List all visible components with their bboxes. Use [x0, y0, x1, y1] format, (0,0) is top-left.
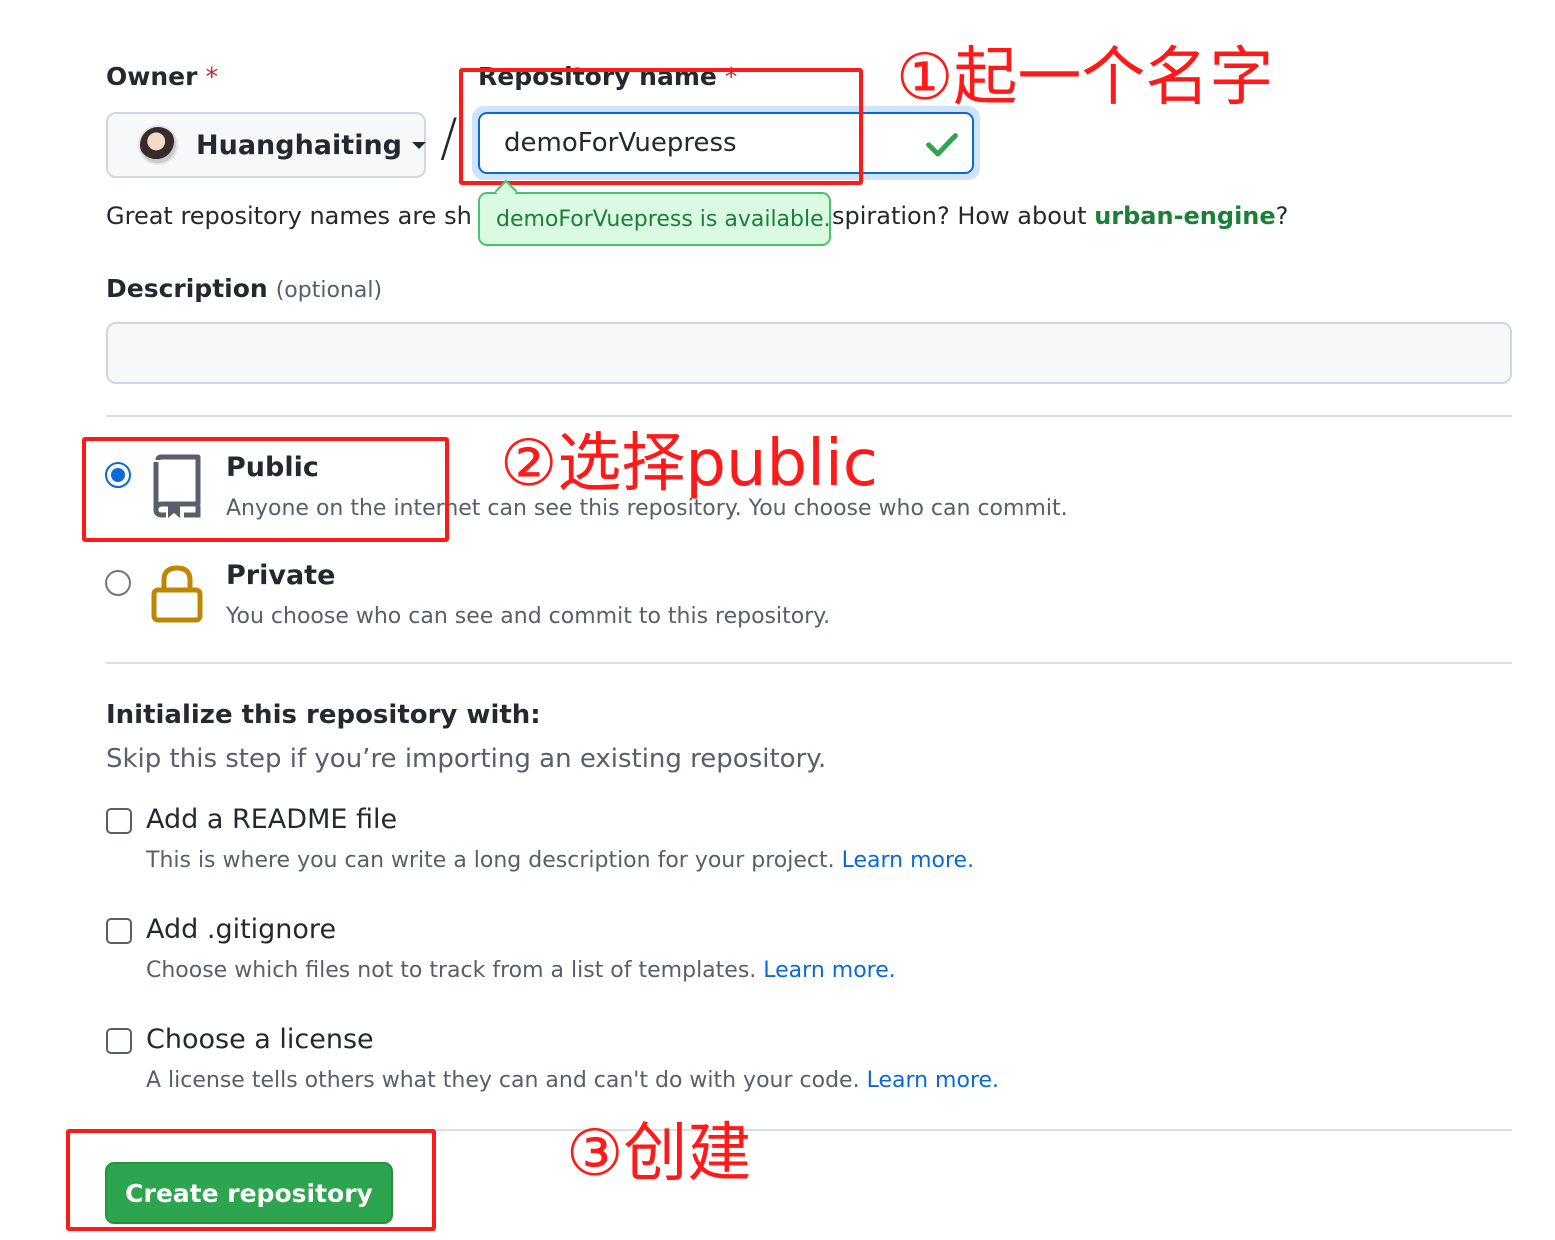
- description-label: Description (optional): [106, 274, 382, 303]
- license-checkbox[interactable]: [106, 1028, 132, 1054]
- owner-label: Owner *: [106, 62, 218, 91]
- license-desc-text: A license tells others what they can and…: [146, 1068, 867, 1093]
- readme-title: Add a README file: [146, 804, 398, 835]
- license-desc: A license tells others what they can and…: [146, 1068, 999, 1093]
- license-title: Choose a license: [146, 1024, 374, 1055]
- readme-checkbox[interactable]: [106, 808, 132, 834]
- owner-select[interactable]: Huanghaiting: [106, 112, 426, 178]
- initialize-subtitle: Skip this step if you’re importing an ex…: [106, 744, 827, 774]
- description-input[interactable]: [106, 322, 1512, 384]
- initialize-title: Initialize this repository with:: [106, 700, 541, 730]
- license-learn-more-link[interactable]: Learn more.: [867, 1068, 999, 1093]
- owner-repo-separator: /: [440, 108, 458, 168]
- divider: [106, 662, 1512, 664]
- suggestion-link[interactable]: urban-engine: [1094, 202, 1275, 230]
- private-title: Private: [226, 560, 336, 591]
- owner-name: Huanghaiting: [196, 129, 402, 161]
- annotation-box-public: [82, 437, 449, 542]
- repo-name-hint: spiration? How about urban-engine?: [832, 202, 1288, 230]
- private-radio[interactable]: [105, 570, 131, 596]
- owner-required-mark: *: [205, 62, 218, 91]
- gitignore-title: Add .gitignore: [146, 914, 337, 945]
- readme-desc-text: This is where you can write a long descr…: [146, 848, 842, 873]
- readme-learn-more-link[interactable]: Learn more.: [842, 848, 974, 873]
- owner-label-text: Owner: [106, 62, 198, 91]
- annotation-box-repo-name: [459, 68, 863, 185]
- check-icon: [926, 133, 958, 157]
- readme-desc: This is where you can write a long descr…: [146, 848, 974, 873]
- repo-name-hint-prefix: Great repository names are sh: [106, 202, 472, 230]
- repo-name-hint-suffix: ?: [1275, 202, 1289, 230]
- annotation-box-create: [66, 1129, 436, 1231]
- lock-icon: [151, 565, 203, 623]
- gitignore-desc-text: Choose which files not to track from a l…: [146, 958, 764, 983]
- description-label-text: Description: [106, 274, 268, 303]
- private-desc: You choose who can see and commit to thi…: [226, 604, 831, 629]
- annotation-step3: ③创建: [566, 1117, 752, 1191]
- availability-tip: demoForVuepress is available.: [478, 192, 831, 246]
- gitignore-desc: Choose which files not to track from a l…: [146, 958, 896, 983]
- annotation-step1: ①起一个名字: [896, 41, 1274, 115]
- avatar: [138, 125, 178, 165]
- annotation-step2: ②选择public: [500, 427, 878, 501]
- repo-name-hint-text: spiration? How about: [832, 202, 1095, 230]
- caret-down-icon: [412, 141, 426, 149]
- gitignore-learn-more-link[interactable]: Learn more.: [763, 958, 895, 983]
- description-optional: (optional): [275, 278, 383, 303]
- gitignore-checkbox[interactable]: [106, 918, 132, 944]
